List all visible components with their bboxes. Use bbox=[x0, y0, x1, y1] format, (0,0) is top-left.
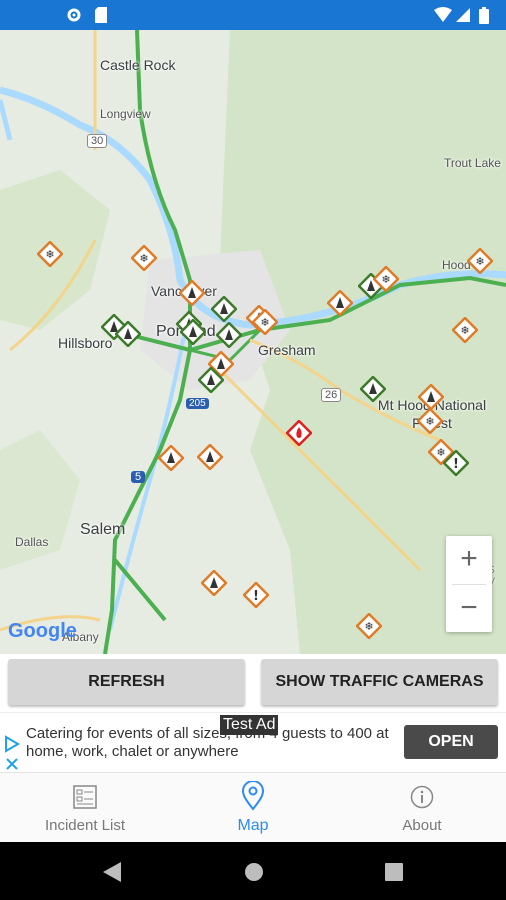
incident-map[interactable]: Castle Rock Longview Trout Lake Hood Ri … bbox=[0, 30, 506, 654]
system-navigation-bar bbox=[0, 842, 506, 900]
signal-icon bbox=[456, 7, 470, 28]
action-bar: REFRESH SHOW TRAFFIC CAMERAS bbox=[0, 654, 506, 712]
construction-marker[interactable] bbox=[197, 366, 225, 394]
hwy-5-shield: 5 bbox=[131, 471, 146, 483]
svg-text:❄: ❄ bbox=[364, 620, 373, 633]
snow-marker[interactable]: ❄ bbox=[251, 308, 279, 336]
tab-incident-list-label: Incident List bbox=[44, 817, 126, 834]
construction-marker[interactable] bbox=[114, 320, 142, 348]
label-trout-lake: Trout Lake bbox=[444, 156, 501, 170]
tab-about-label: About bbox=[402, 817, 442, 834]
label-castle-rock: Castle Rock bbox=[100, 57, 176, 73]
warning-marker[interactable]: ! bbox=[442, 449, 470, 477]
test-ad-badge: Test Ad bbox=[220, 715, 279, 735]
construction-marker[interactable] bbox=[215, 321, 243, 349]
zoom-controls: + − bbox=[446, 536, 492, 632]
snow-marker[interactable]: ❄ bbox=[466, 247, 494, 275]
construction-marker[interactable] bbox=[326, 289, 354, 317]
tab-about[interactable]: About bbox=[377, 773, 467, 843]
svg-text:❄: ❄ bbox=[381, 273, 390, 286]
construction-marker[interactable] bbox=[417, 383, 445, 411]
fire-marker[interactable] bbox=[285, 419, 313, 447]
show-traffic-cameras-button[interactable]: SHOW TRAFFIC CAMERAS bbox=[261, 659, 498, 705]
gear-icon bbox=[66, 7, 82, 28]
snow-marker[interactable]: ❄ bbox=[36, 240, 64, 268]
hwy-30-shield: 30 bbox=[87, 134, 108, 148]
ad-banner[interactable]: Catering for events of all sizes, from 4… bbox=[0, 712, 506, 773]
tab-map[interactable]: Map bbox=[208, 773, 298, 843]
info-icon bbox=[410, 785, 434, 814]
list-icon bbox=[73, 785, 97, 814]
home-icon[interactable] bbox=[244, 862, 264, 887]
hwy-26-shield: 26 bbox=[321, 388, 342, 402]
warning-marker[interactable]: ! bbox=[242, 581, 270, 609]
status-bar bbox=[0, 0, 506, 30]
ad-choices-icon[interactable] bbox=[4, 735, 20, 776]
svg-text:❄: ❄ bbox=[425, 415, 434, 428]
label-dallas: Dallas bbox=[15, 535, 49, 549]
map-pin-icon bbox=[241, 780, 265, 816]
zoom-in-button[interactable]: + bbox=[446, 536, 492, 584]
snow-marker[interactable]: ❄ bbox=[416, 407, 444, 435]
sd-card-icon bbox=[95, 7, 107, 28]
zoom-out-button[interactable]: − bbox=[446, 585, 492, 633]
label-gresham: Gresham bbox=[258, 342, 316, 358]
label-salem: Salem bbox=[80, 521, 126, 538]
svg-text:❄: ❄ bbox=[260, 316, 269, 329]
snow-marker[interactable]: ❄ bbox=[355, 612, 383, 640]
snow-marker[interactable]: ❄ bbox=[451, 316, 479, 344]
back-icon[interactable] bbox=[103, 862, 121, 887]
svg-text:!: ! bbox=[253, 589, 259, 604]
construction-marker[interactable] bbox=[178, 279, 206, 307]
snow-marker[interactable]: ❄ bbox=[130, 244, 158, 272]
tab-incident-list[interactable]: Incident List bbox=[20, 773, 150, 843]
battery-icon bbox=[479, 7, 489, 29]
wifi-icon bbox=[434, 7, 452, 28]
snow-marker[interactable]: ❄ bbox=[372, 265, 400, 293]
construction-marker[interactable] bbox=[157, 444, 185, 472]
construction-marker[interactable] bbox=[179, 318, 207, 346]
tab-map-label: Map bbox=[237, 817, 269, 834]
recents-icon[interactable] bbox=[385, 863, 403, 886]
svg-text:❄: ❄ bbox=[45, 248, 54, 261]
ad-open-button[interactable]: OPEN bbox=[404, 725, 498, 759]
svg-text:❄: ❄ bbox=[139, 252, 148, 265]
label-longview: Longview bbox=[100, 107, 151, 121]
svg-text:❄: ❄ bbox=[475, 255, 484, 268]
construction-marker[interactable] bbox=[210, 295, 238, 323]
svg-text:!: ! bbox=[453, 457, 459, 472]
bottom-navigation: Incident List Map About bbox=[0, 772, 506, 843]
google-logo: Google bbox=[8, 620, 77, 642]
construction-marker[interactable] bbox=[359, 375, 387, 403]
refresh-button[interactable]: REFRESH bbox=[8, 659, 245, 705]
construction-marker[interactable] bbox=[196, 443, 224, 471]
construction-marker[interactable] bbox=[200, 569, 228, 597]
ad-text: Catering for events of all sizes, from 4… bbox=[26, 725, 389, 760]
svg-text:❄: ❄ bbox=[460, 324, 469, 337]
hwy-205-shield: 205 bbox=[186, 398, 209, 409]
